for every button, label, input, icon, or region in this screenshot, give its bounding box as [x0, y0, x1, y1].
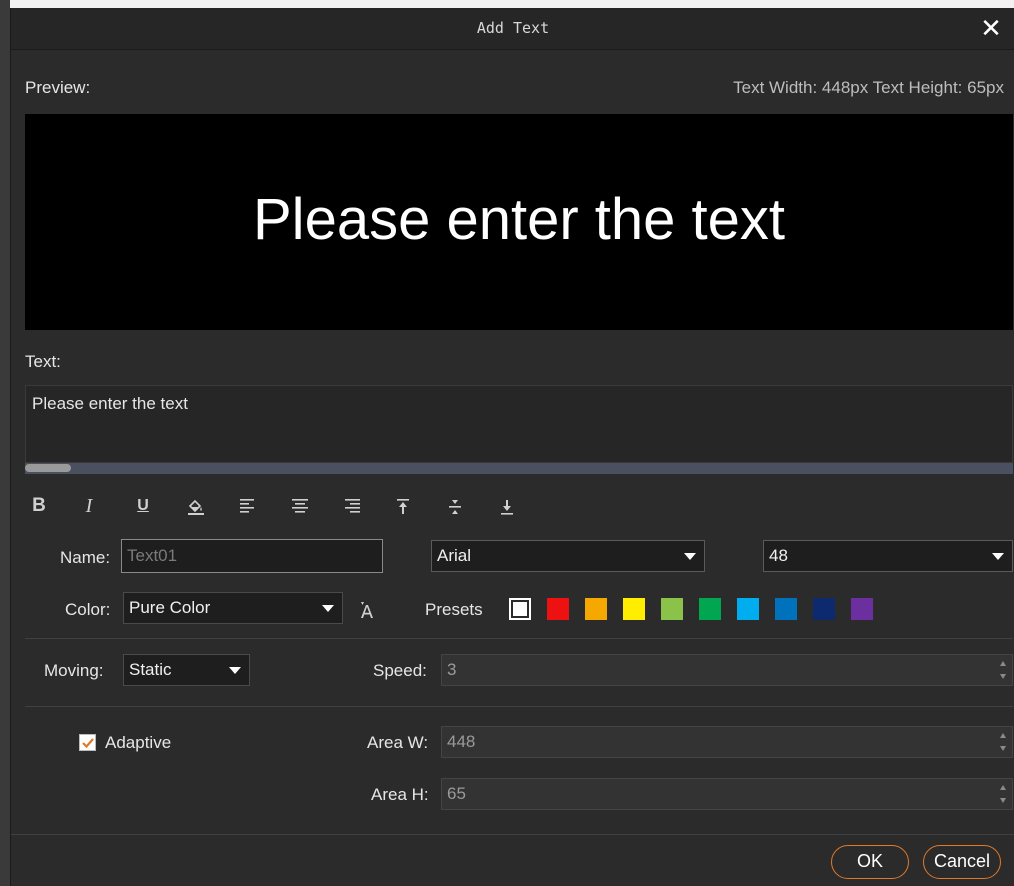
italic-icon[interactable]: I	[75, 492, 103, 520]
moving-value: Static	[129, 660, 172, 679]
fill-color-icon[interactable]	[181, 492, 209, 520]
moving-label: Moving:	[44, 661, 104, 680]
font-family-value: Arial	[437, 546, 472, 565]
preview-sample-text: Please enter the text	[253, 187, 785, 252]
area-height-value: 65	[447, 784, 466, 803]
preview-dimensions-info: Text Width: 448px Text Height: 65px	[733, 78, 1004, 97]
speed-label: Speed:	[373, 661, 427, 680]
dialog-title: Add Text	[476, 19, 550, 37]
bold-icon[interactable]: B	[25, 492, 53, 520]
section-divider	[25, 638, 1013, 639]
cancel-button[interactable]: Cancel	[923, 845, 1001, 879]
align-center-icon[interactable]	[285, 492, 313, 520]
close-icon[interactable]: ✕	[977, 14, 1005, 42]
font-size-select[interactable]: 48	[763, 540, 1013, 572]
chevron-down-icon	[229, 667, 241, 674]
spin-arrows-icon[interactable]	[998, 781, 1008, 807]
area-width-label: Area W:	[367, 733, 429, 752]
area-height-label: Area H:	[371, 785, 429, 804]
preset-swatch-purple[interactable]	[851, 598, 873, 620]
spin-arrows-icon[interactable]	[998, 657, 1008, 683]
text-preview: Please enter the text	[25, 114, 1013, 330]
background-strip-top	[0, 0, 1014, 8]
preset-swatch-red[interactable]	[547, 598, 569, 620]
font-size-value: 48	[769, 546, 788, 565]
speed-value: 3	[447, 660, 457, 679]
add-text-dialog: Add Text ✕ Preview: Text Width: 448px Te…	[10, 8, 1014, 886]
font-family-select[interactable]: Arial	[431, 540, 705, 572]
speed-spinbox[interactable]: 3	[441, 654, 1013, 686]
background-strip-left	[0, 0, 10, 886]
align-right-icon[interactable]	[337, 492, 365, 520]
adaptive-label[interactable]: Adaptive	[105, 733, 171, 753]
spin-arrows-icon[interactable]	[998, 729, 1008, 755]
text-label: Text:	[25, 352, 61, 371]
horizontal-scrollbar[interactable]	[25, 463, 1013, 474]
font-color-icon[interactable]	[351, 594, 379, 622]
text-input-area[interactable]: Please enter the text	[25, 385, 1013, 463]
section-divider	[25, 706, 1013, 707]
preset-swatch-navy[interactable]	[813, 598, 835, 620]
chevron-down-icon	[322, 605, 334, 612]
align-left-icon[interactable]	[233, 492, 261, 520]
scrollbar-thumb[interactable]	[25, 464, 71, 472]
footer-divider	[11, 834, 1014, 835]
adaptive-checkbox[interactable]	[79, 734, 96, 751]
color-mode-value: Pure Color	[129, 598, 211, 617]
color-label: Color:	[65, 600, 111, 619]
preview-label: Preview:	[25, 78, 91, 97]
name-label: Name:	[60, 548, 111, 567]
name-input[interactable]: Text01	[121, 539, 383, 573]
preset-swatch-white[interactable]	[509, 598, 531, 620]
chevron-down-icon	[684, 553, 696, 560]
valign-bottom-icon[interactable]	[493, 492, 521, 520]
title-bar[interactable]: Add Text ✕	[11, 8, 1014, 50]
preset-swatch-light-green[interactable]	[661, 598, 683, 620]
ok-button[interactable]: OK	[831, 845, 909, 879]
area-width-spinbox[interactable]: 448	[441, 726, 1013, 758]
chevron-down-icon	[992, 553, 1004, 560]
area-width-value: 448	[447, 732, 476, 751]
area-height-spinbox[interactable]: 65	[441, 778, 1013, 810]
preset-swatch-blue[interactable]	[775, 598, 797, 620]
preset-swatch-yellow[interactable]	[623, 598, 645, 620]
presets-label: Presets	[425, 600, 483, 619]
valign-top-icon[interactable]	[389, 492, 417, 520]
color-mode-select[interactable]: Pure Color	[123, 592, 343, 624]
preset-swatch-orange[interactable]	[585, 598, 607, 620]
valign-middle-icon[interactable]	[441, 492, 469, 520]
underline-icon[interactable]: U	[129, 492, 157, 520]
moving-select[interactable]: Static	[123, 654, 250, 686]
preset-swatch-cyan[interactable]	[737, 598, 759, 620]
preset-swatch-green[interactable]	[699, 598, 721, 620]
